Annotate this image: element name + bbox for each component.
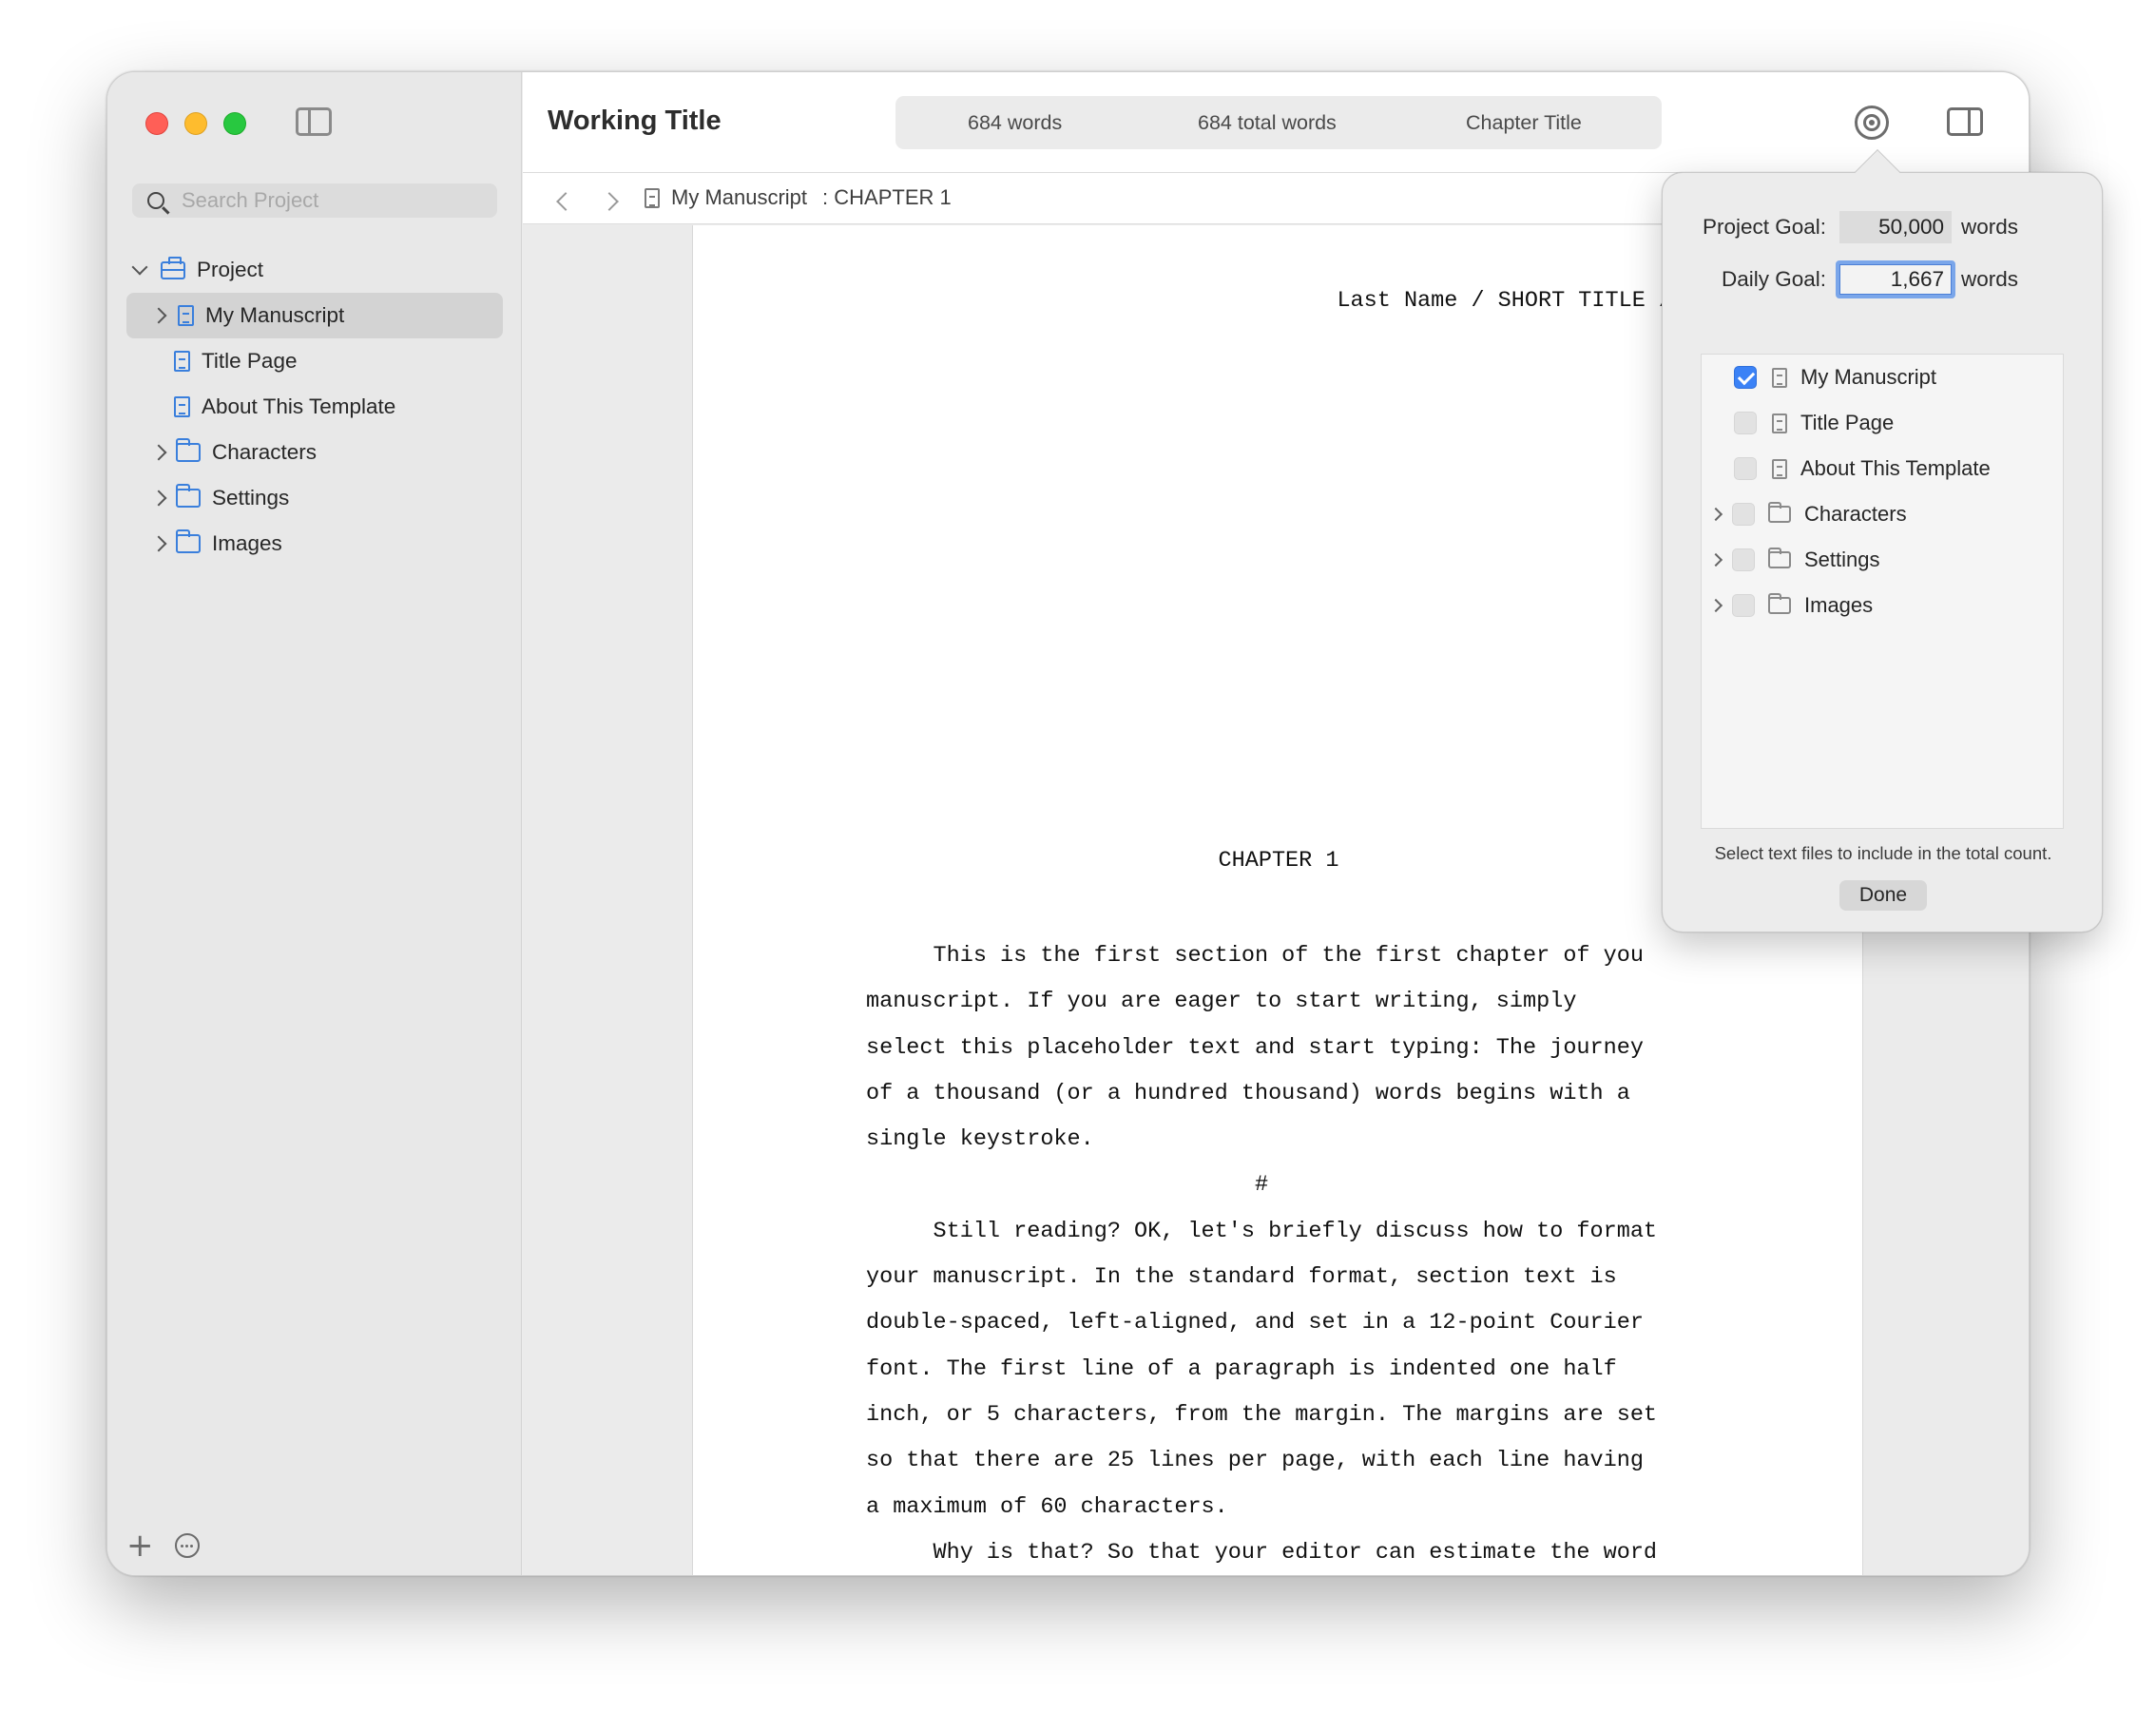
chevron-right-icon[interactable] (1708, 507, 1723, 522)
project-tree: Project My Manuscript Title Page About T… (107, 247, 522, 567)
toolbar: Working Title 684 words 684 total words … (523, 72, 2029, 173)
document-icon (174, 351, 190, 372)
chevron-right-icon[interactable] (150, 535, 167, 552)
include-checkbox[interactable] (1732, 594, 1755, 617)
list-item[interactable]: My Manuscript (1702, 355, 1936, 400)
chevron-right-icon[interactable] (150, 307, 167, 324)
daily-goal-input[interactable] (1836, 260, 1955, 298)
word-count: 684 words (968, 110, 1063, 134)
folder-icon (176, 438, 201, 462)
search-field[interactable] (132, 183, 497, 218)
chevron-right-icon[interactable] (1708, 598, 1723, 613)
add-icon[interactable]: + (126, 1529, 154, 1562)
include-checkbox[interactable] (1734, 366, 1757, 389)
document-icon (1772, 458, 1787, 479)
project-goal-input[interactable] (1839, 211, 1952, 243)
list-item-label: Settings (1804, 548, 1880, 571)
inspector-toggle-icon[interactable] (1947, 107, 1983, 136)
folder-icon (1768, 593, 1791, 614)
sidebar-item-label: About This Template (202, 394, 396, 418)
chevron-right-icon[interactable] (150, 444, 167, 461)
document-icon (1772, 367, 1787, 388)
breadcrumb-item: My Manuscript (671, 185, 808, 209)
sidebar-item-label: Characters (212, 440, 318, 464)
include-checkbox[interactable] (1732, 503, 1755, 526)
tree-root-project[interactable]: Project (107, 247, 522, 293)
sidebar-item-label: My Manuscript (205, 303, 345, 327)
list-item-label: Images (1804, 593, 1874, 617)
tree-root-label: Project (197, 258, 264, 281)
document-icon (1772, 413, 1787, 433)
chevron-right-icon[interactable] (1708, 552, 1723, 567)
project-goal-row: Project Goal: words (1684, 211, 2018, 243)
document-icon (645, 187, 660, 208)
project-goal-label: Project Goal: (1702, 215, 1826, 239)
project-goal-unit: words (1961, 215, 2019, 239)
sidebar-item-characters[interactable]: Characters (107, 430, 522, 475)
close-window-button[interactable] (145, 112, 168, 135)
sidebar-item-images[interactable]: Images (107, 521, 522, 567)
more-options-icon[interactable] (174, 1533, 200, 1558)
sidebar-item-label: Images (212, 531, 282, 555)
daily-goal-row: Daily Goal: words (1684, 260, 2018, 298)
total-word-count: 684 total words (1198, 110, 1337, 134)
window-title: Working Title (548, 106, 722, 136)
sidebar-item-my-manuscript[interactable]: My Manuscript (126, 293, 503, 338)
sidebar-item-title-page[interactable]: Title Page (107, 338, 522, 384)
folder-icon (176, 529, 201, 553)
popover-hint: Select text files to include in the tota… (1714, 843, 2052, 863)
target-goal-icon[interactable] (1855, 106, 1889, 140)
page-header: Last Name / SHORT TITLE / (1337, 288, 1672, 314)
briefcase-icon (161, 256, 185, 279)
done-button[interactable]: Done (1839, 880, 1927, 911)
breadcrumb-section: : CHAPTER 1 (822, 185, 952, 209)
search-input[interactable] (182, 188, 467, 213)
minimize-window-button[interactable] (184, 112, 207, 135)
traffic-lights (145, 112, 246, 135)
manuscript-body[interactable]: This is the first section of the first c… (866, 933, 1703, 1575)
list-item[interactable]: Settings (1702, 537, 1880, 583)
sidebar-item-about-this-template[interactable]: About This Template (107, 384, 522, 430)
search-icon (147, 192, 164, 209)
list-item-label: About This Template (1800, 456, 1991, 480)
sidebar-item-label: Settings (212, 486, 290, 509)
include-checkbox[interactable] (1734, 412, 1757, 434)
back-arrow-icon[interactable] (556, 192, 575, 211)
document-icon (178, 305, 194, 326)
folder-icon (1768, 548, 1791, 568)
list-item[interactable]: Title Page (1702, 400, 1894, 446)
document-icon (174, 396, 190, 417)
include-checkbox[interactable] (1732, 548, 1755, 571)
sidebar-footer: + (126, 1529, 200, 1562)
list-item-label: Characters (1804, 502, 1907, 526)
sidebar-toggle-icon[interactable] (296, 107, 332, 136)
list-item[interactable]: Images (1702, 583, 1873, 628)
forward-arrow-icon[interactable] (600, 192, 619, 211)
goals-popover: Project Goal: words Daily Goal: words My… (1662, 172, 2103, 932)
list-item-label: Title Page (1800, 411, 1895, 434)
chevron-down-icon[interactable] (131, 259, 148, 276)
daily-goal-label: Daily Goal: (1721, 267, 1826, 291)
include-checkbox[interactable] (1734, 457, 1757, 480)
folder-icon (1768, 502, 1791, 523)
folder-icon (176, 484, 201, 508)
zoom-window-button[interactable] (223, 112, 246, 135)
list-item[interactable]: About This Template (1702, 446, 1991, 491)
sidebar-item-label: Title Page (202, 349, 298, 373)
breadcrumb-path[interactable]: My Manuscript : CHAPTER 1 (645, 185, 952, 210)
sidebar: Project My Manuscript Title Page About T… (107, 72, 522, 1575)
sidebar-item-settings[interactable]: Settings (107, 475, 522, 521)
list-item-label: My Manuscript (1800, 365, 1937, 389)
chevron-right-icon[interactable] (150, 490, 167, 507)
file-include-list: My Manuscript Title Page About This Temp… (1701, 354, 2064, 829)
chapter-title: Chapter Title (1466, 110, 1582, 134)
daily-goal-unit: words (1961, 267, 2019, 291)
list-item[interactable]: Characters (1702, 491, 1907, 537)
stats-bar[interactable]: 684 words 684 total words Chapter Title (895, 96, 1662, 149)
